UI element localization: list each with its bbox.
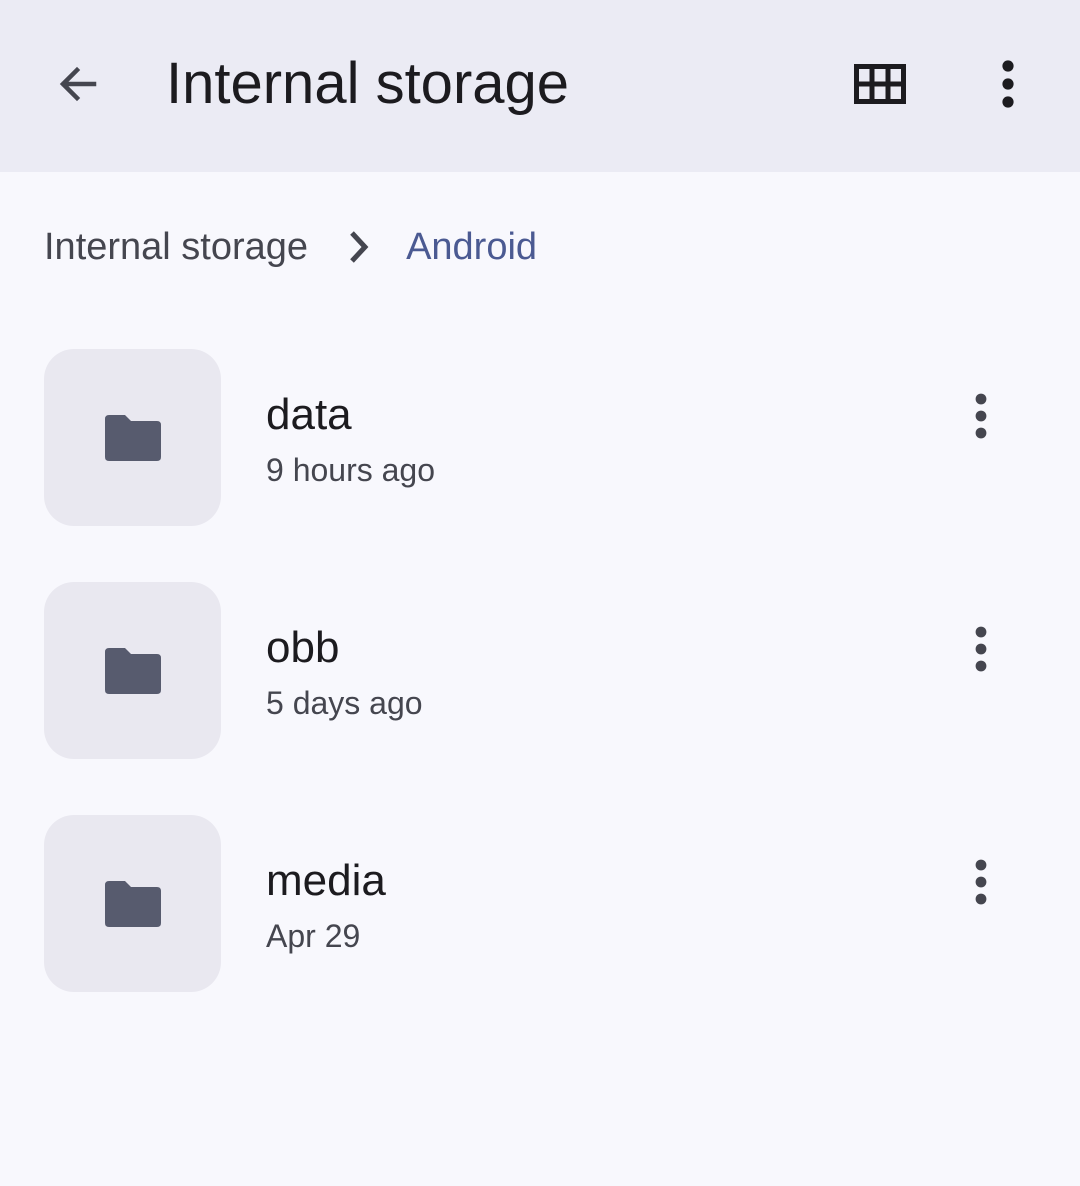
folder-icon bbox=[104, 880, 161, 927]
grid-view-button[interactable] bbox=[840, 44, 920, 124]
file-name: obb bbox=[266, 623, 340, 672]
chevron-right-icon bbox=[348, 230, 370, 264]
list-item-obb[interactable]: obb 5 days ago bbox=[0, 582, 1080, 759]
file-name: data bbox=[266, 390, 352, 439]
grid-view-icon bbox=[854, 64, 906, 104]
folder-thumbnail bbox=[44, 349, 221, 526]
back-button[interactable] bbox=[38, 44, 118, 124]
more-vert-icon bbox=[975, 626, 987, 672]
file-modified: 5 days ago bbox=[266, 685, 423, 721]
more-vert-icon bbox=[1002, 60, 1014, 108]
page-title: Internal storage bbox=[166, 51, 570, 116]
folder-thumbnail bbox=[44, 815, 221, 992]
file-modified: Apr 29 bbox=[266, 918, 361, 954]
folder-icon bbox=[104, 414, 161, 461]
breadcrumb-root[interactable]: Internal storage bbox=[44, 226, 308, 269]
file-modified: 9 hours ago bbox=[266, 452, 436, 488]
arrow-back-icon bbox=[59, 66, 97, 102]
breadcrumb-current[interactable]: Android bbox=[406, 226, 537, 269]
file-list: data 9 hours ago obb 5 days ago media Ap… bbox=[0, 349, 1080, 1048]
breadcrumb: Internal storage Android bbox=[44, 216, 537, 278]
folder-icon bbox=[104, 647, 161, 694]
list-item-data[interactable]: data 9 hours ago bbox=[0, 349, 1080, 526]
file-name: media bbox=[266, 856, 386, 905]
more-options-button[interactable] bbox=[968, 44, 1048, 124]
folder-thumbnail bbox=[44, 582, 221, 759]
more-vert-icon bbox=[975, 859, 987, 905]
app-bar: Internal storage bbox=[0, 0, 1080, 172]
item-options-button[interactable] bbox=[942, 843, 1020, 921]
more-vert-icon bbox=[975, 393, 987, 439]
item-options-button[interactable] bbox=[942, 610, 1020, 688]
list-item-media[interactable]: media Apr 29 bbox=[0, 815, 1080, 992]
item-options-button[interactable] bbox=[942, 377, 1020, 455]
